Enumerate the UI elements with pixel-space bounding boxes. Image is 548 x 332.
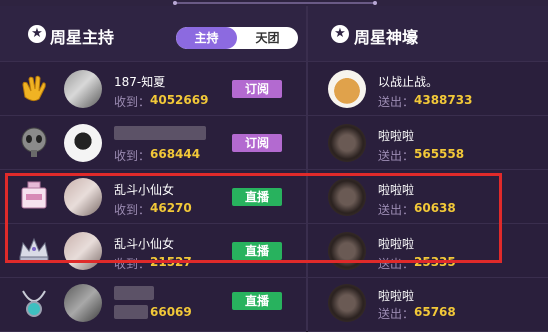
star-icon: ★ xyxy=(28,25,46,43)
avatar[interactable] xyxy=(64,284,102,322)
highlight-box xyxy=(5,173,502,263)
avatar[interactable] xyxy=(64,70,102,108)
tab-host[interactable]: 主持 xyxy=(176,27,237,49)
weekly-host-panel: ★ 周星主持 主持 天团 187-知夏 收到： 4052669 订阅 收到： 6… xyxy=(0,6,306,332)
stat-value: 4388733 xyxy=(414,93,473,107)
host-row: 收到： 668444 订阅 xyxy=(0,116,306,170)
stat-label: 收到： xyxy=(114,95,151,109)
host-row: 187-知夏 收到： 4052669 订阅 xyxy=(0,62,306,116)
rich-row: 以战止战。 送出： 4388733 xyxy=(308,62,548,116)
weekly-host-title: 周星主持 xyxy=(50,28,115,47)
stat-label: 收到： xyxy=(114,149,151,163)
blurred-label xyxy=(114,305,148,319)
host-row: 66069 直播 xyxy=(0,278,306,332)
blurred-name xyxy=(114,286,154,300)
stat-value: 66069 xyxy=(150,305,192,319)
rich-row: 啦啦啦 送出： 565558 xyxy=(308,116,548,170)
top-dot-right xyxy=(373,1,377,5)
host-name[interactable]: 187-知夏 xyxy=(114,73,165,90)
avatar[interactable] xyxy=(328,124,366,162)
blurred-name xyxy=(114,126,206,140)
subscribe-button[interactable]: 订阅 xyxy=(232,80,282,98)
tab-group[interactable]: 天团 xyxy=(237,27,298,49)
avatar[interactable] xyxy=(328,70,366,108)
rich-name[interactable]: 啦啦啦 xyxy=(378,287,414,304)
stat-value: 668444 xyxy=(150,147,201,161)
avatar[interactable] xyxy=(64,124,102,162)
weekly-rich-title: 周星神壕 xyxy=(354,28,419,47)
rich-row: 啦啦啦 送出： 65768 xyxy=(308,278,548,332)
rich-name[interactable]: 以战止战。 xyxy=(378,73,438,90)
stat-label: 送出： xyxy=(378,149,415,163)
rich-name[interactable]: 啦啦啦 xyxy=(378,127,414,144)
ranking-widget: ★ 周星主持 主持 天团 187-知夏 收到： 4052669 订阅 收到： 6… xyxy=(0,0,548,332)
weekly-rich-panel: ★ 周星神壕 以战止战。 送出： 4388733 啦啦啦 送出： 565558 … xyxy=(308,6,548,332)
weekly-rich-header: ★ 周星神壕 xyxy=(308,6,548,62)
stat-value: 4052669 xyxy=(150,93,209,107)
subscribe-button[interactable]: 订阅 xyxy=(232,134,282,152)
host-tabs: 主持 天团 xyxy=(176,27,298,49)
alien-icon xyxy=(21,127,47,157)
stat-label: 送出： xyxy=(378,307,415,321)
top-line xyxy=(175,2,375,4)
stat-value: 565558 xyxy=(414,147,465,161)
star-icon: ★ xyxy=(331,25,349,43)
top-dot-left xyxy=(173,1,177,5)
necklace-icon xyxy=(22,290,46,317)
avatar[interactable] xyxy=(328,284,366,322)
live-button[interactable]: 直播 xyxy=(232,292,282,310)
weekly-host-header: ★ 周星主持 主持 天团 xyxy=(0,6,306,62)
stat-label: 送出： xyxy=(378,95,415,109)
clapping-hands-icon xyxy=(22,75,46,102)
stat-value: 65768 xyxy=(414,305,456,319)
